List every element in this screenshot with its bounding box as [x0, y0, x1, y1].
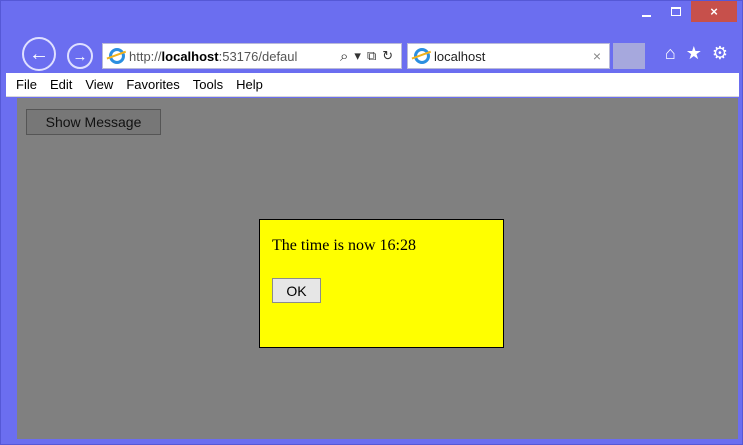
- menu-edit[interactable]: Edit: [44, 77, 79, 92]
- url-rest: :53176/defaul: [218, 48, 298, 64]
- close-icon: ×: [710, 4, 718, 19]
- ie-logo-icon: [109, 48, 125, 64]
- url-host: localhost: [161, 48, 219, 64]
- minimize-button[interactable]: [631, 1, 661, 22]
- toolbar-icons: ⌂ ★ ⚙: [665, 43, 728, 64]
- dialog-message: The time is now 16:28: [272, 237, 416, 254]
- menu-favorites[interactable]: Favorites: [120, 77, 186, 92]
- address-bar-icons: ⌕ ▾ ⧉ ↻: [340, 48, 393, 65]
- new-tab-button[interactable]: [613, 43, 645, 69]
- address-url[interactable]: http://localhost:53176/defaul: [129, 49, 334, 64]
- maximize-icon: [671, 7, 681, 16]
- navigation-bar: ← → http://localhost:53176/defaul ⌕ ▾ ⧉ …: [1, 31, 742, 71]
- menu-file[interactable]: File: [10, 77, 44, 92]
- minimize-icon: [641, 14, 651, 17]
- tab-localhost[interactable]: localhost ×: [407, 43, 610, 69]
- tab-close-icon[interactable]: ×: [593, 48, 601, 64]
- menu-bar: File Edit View Favorites Tools Help: [6, 73, 739, 97]
- maximize-button[interactable]: [661, 1, 691, 22]
- tools-gear-icon[interactable]: ⚙: [712, 43, 728, 64]
- back-button[interactable]: ←: [22, 37, 56, 71]
- caption-buttons: ×: [631, 1, 737, 27]
- favorites-star-icon[interactable]: ★: [686, 43, 702, 64]
- ok-button[interactable]: OK: [272, 278, 321, 303]
- close-window-button[interactable]: ×: [691, 1, 737, 22]
- forward-arrow-icon: →: [72, 47, 88, 65]
- menu-help[interactable]: Help: [230, 77, 270, 92]
- menu-tools[interactable]: Tools: [187, 77, 230, 92]
- search-icon[interactable]: ⌕: [340, 48, 348, 65]
- address-bar[interactable]: http://localhost:53176/defaul ⌕ ▾ ⧉ ↻: [102, 43, 402, 69]
- back-arrow-icon: ←: [29, 42, 49, 65]
- tab-title: localhost: [434, 48, 486, 64]
- show-message-button[interactable]: Show Message: [26, 109, 161, 135]
- page-content: Show Message The time is now 16:28 OK: [17, 98, 738, 439]
- url-prefix: http://: [129, 48, 162, 64]
- dropdown-icon[interactable]: ▾: [354, 48, 361, 64]
- tab-ie-logo-icon: [414, 48, 430, 64]
- message-dialog: The time is now 16:28 OK: [259, 219, 504, 348]
- compatibility-view-icon[interactable]: ⧉: [367, 48, 376, 64]
- menu-view[interactable]: View: [79, 77, 120, 92]
- refresh-icon[interactable]: ↻: [382, 48, 393, 64]
- browser-window: × ← → http://localhost:53176/defaul ⌕ ▾ …: [0, 0, 743, 445]
- home-icon[interactable]: ⌂: [665, 43, 676, 64]
- forward-button[interactable]: →: [67, 43, 93, 69]
